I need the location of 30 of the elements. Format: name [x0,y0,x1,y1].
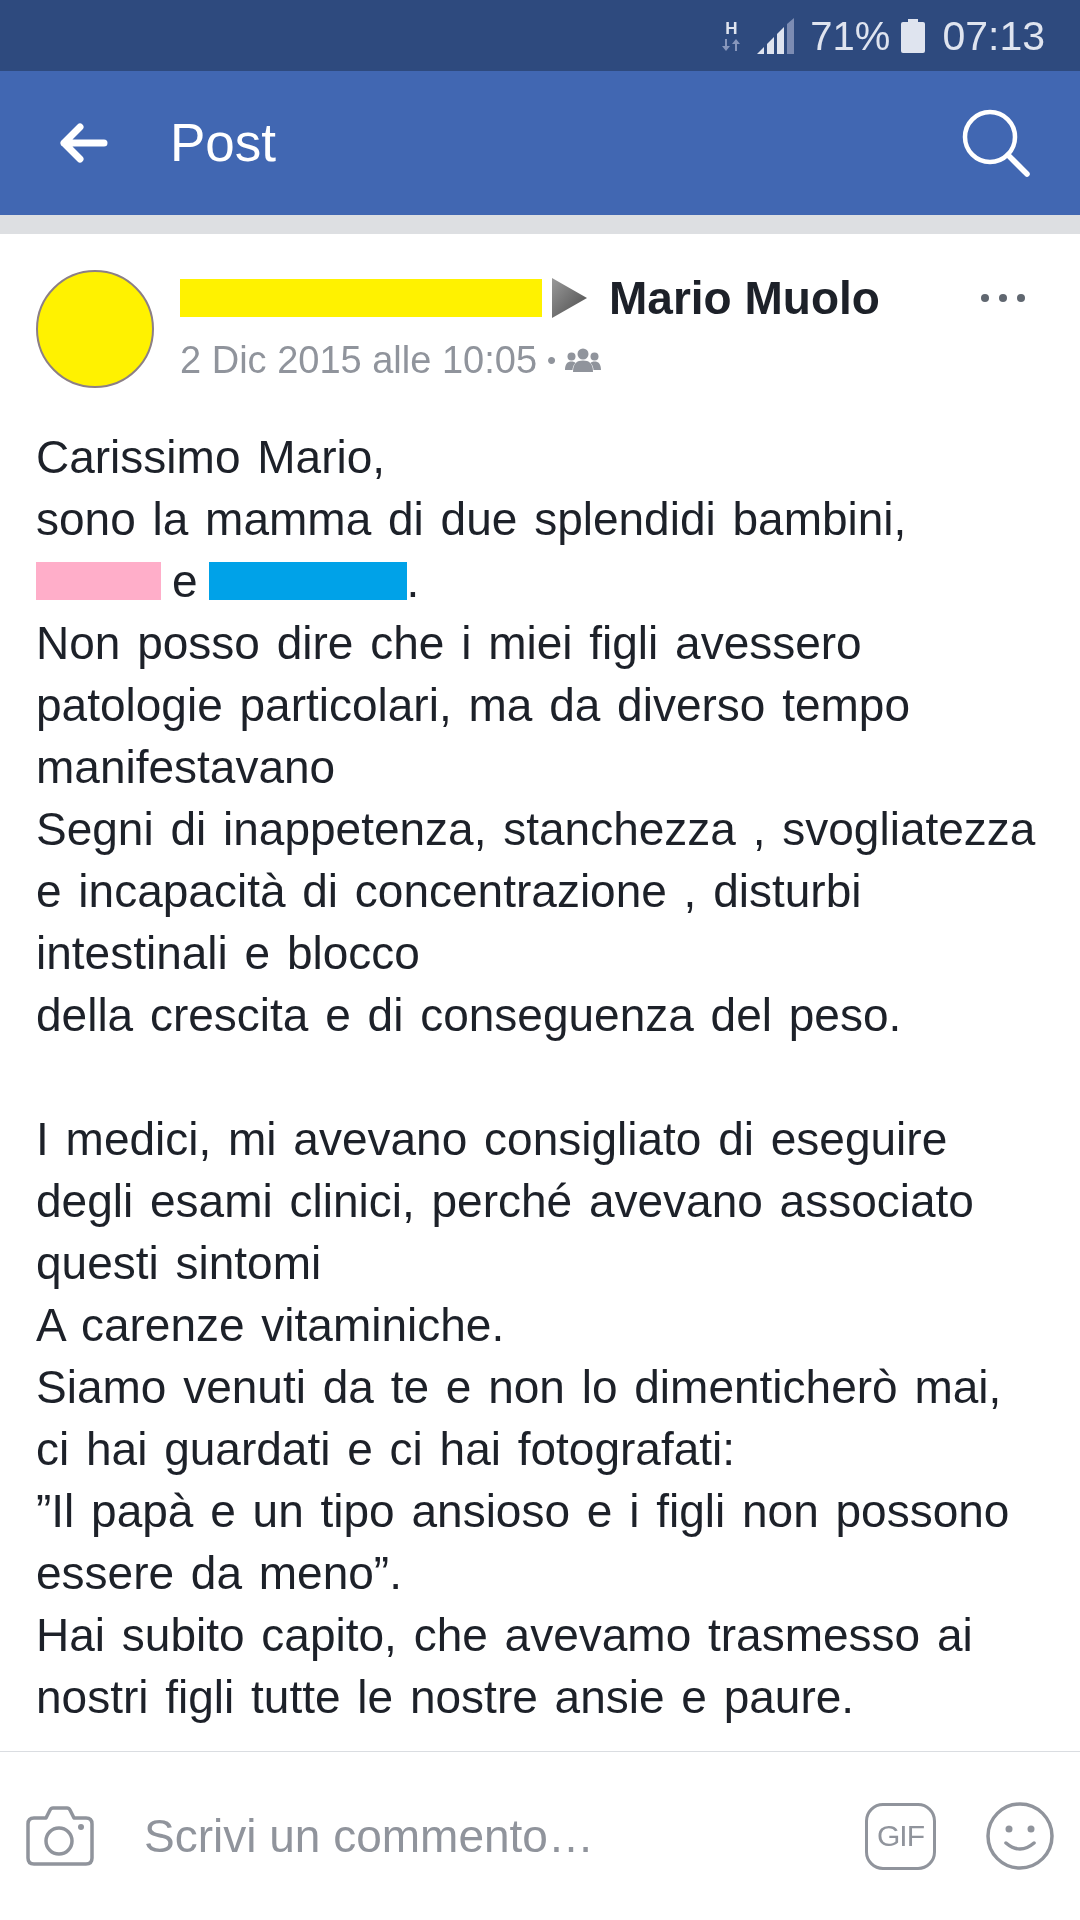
battery-percent: 71% [810,12,891,60]
clock-time: 07:13 [942,11,1045,60]
post-text: . [406,554,420,609]
post-paragraph: Carissimo Mario, [36,430,387,485]
post-paragraph: A carenze vitaminiche. [36,1298,506,1353]
smiley-icon[interactable] [986,1802,1054,1870]
post-paragraph: Hai subito capito, che avevamo trasmesso ai nostri figli tutte le nostre ansie e paure. [36,1608,974,1725]
post-paragraph: della crescita e di conseguenza del peso. [36,988,903,1043]
page-title: Post [170,113,277,173]
signal-icon [757,17,795,54]
post-timestamp[interactable]: 2 Dic 2015 alle 10:05 [180,338,538,382]
back-arrow-icon[interactable] [58,123,108,163]
recipient-name[interactable]: Mario Muolo [609,272,880,324]
camera-icon[interactable] [26,1806,94,1866]
battery-icon [901,18,926,53]
post-text: e [172,554,198,609]
bullet-separator: • [547,344,557,377]
data-arrows-icon [721,39,742,51]
network-type-label: H [725,20,738,37]
more-options-icon[interactable] [981,294,1025,302]
post-paragraph: ”Il papà e un tipo ansioso e i figli non possono essere da meno”. [36,1484,1011,1601]
triangle-icon [552,278,587,318]
people-icon [565,348,602,372]
comment-field[interactable]: Scrivi un commento… [144,1801,845,1871]
post-paragraph: I medici, mi avevano consigliato di eseguire degli esami clinici, perché avevano associato questi sintomi [36,1112,975,1291]
gif-button[interactable]: GIF [865,1802,936,1870]
post-paragraph: sono la mamma di due splendidi bambini, [36,492,908,547]
post-paragraph: Siamo venuti da te e non lo dimenticherò mai, ci hai guardati e ci hai fotografati: [36,1360,1003,1477]
post-paragraph: Non posso dire che i miei figli avessero patologie particolari, ma da diverso tempo manifestavano [36,616,911,795]
search-icon[interactable] [961,108,1031,178]
